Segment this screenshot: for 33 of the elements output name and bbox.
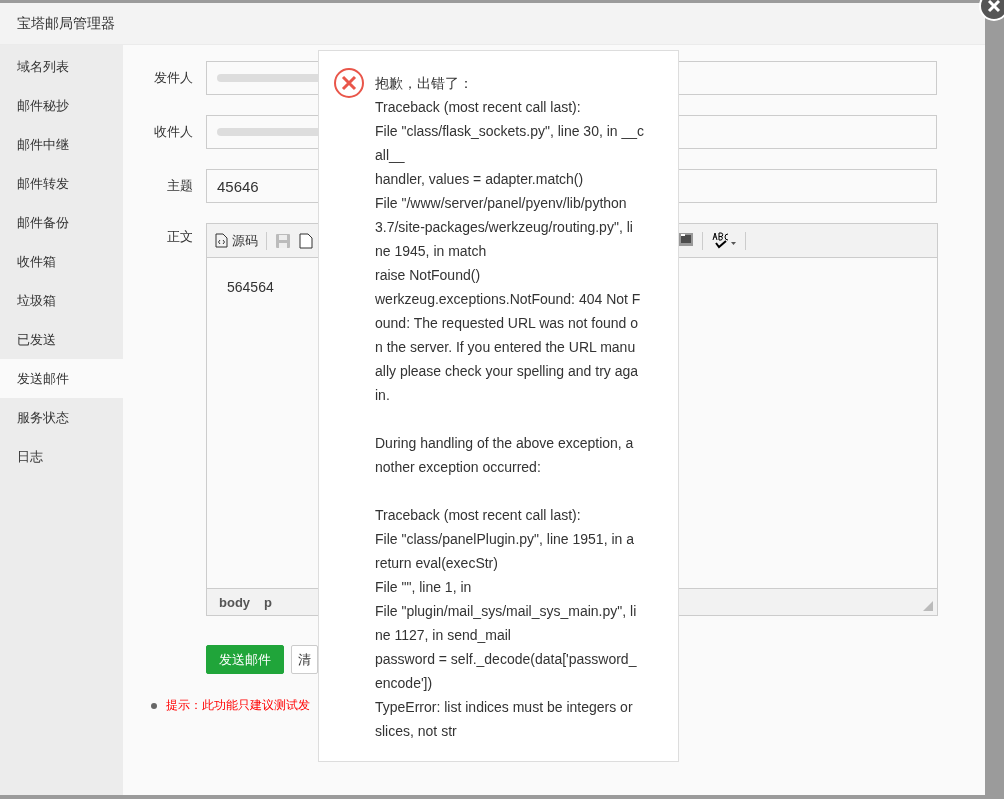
window-title: 宝塔邮局管理器: [17, 14, 115, 33]
error-message-line: ne 1127, in send_mail: [375, 626, 512, 645]
error-message-line: ound: The requested URL was not found o: [375, 314, 640, 333]
error-message-line: ne 1945, in match: [375, 242, 488, 261]
error-message-line: File "/www/server/panel/pyenv/lib/python: [375, 194, 628, 213]
error-message-line: File "", line 1, in: [375, 578, 473, 597]
error-message-line: ally please check your spelling and try aga: [375, 362, 640, 381]
field-label: 正文: [166, 228, 193, 246]
error-message-line: n the server. If you entered the URL manu: [375, 338, 637, 357]
error-message-line: werkzeug.exceptions.NotFound: 404 Not F: [375, 290, 642, 309]
error-message-line: File "plugin/mail_sys/mail_sys_main.py", li: [375, 602, 638, 621]
error-message-line: nother exception occurred:: [375, 458, 542, 477]
error-message-line: encode']): [375, 674, 434, 693]
error-message-line: handler, values = adapter.match(): [375, 170, 585, 189]
error-message-line: return eval(execStr): [375, 554, 499, 573]
error-message-line: TypeError: list indices must be integers or: [375, 698, 634, 717]
error-message-line: slices, not str: [375, 722, 458, 741]
error-message-line: File "class/panelPlugin.py", line 1951, in a: [375, 530, 635, 549]
error-message-line: File "class/flask_sockets.py", line 30, in __c: [375, 122, 645, 141]
error-message-line: 3.7/site-packages/werkzeug/routing.py", li: [375, 218, 634, 237]
error-message-line: 抱歉，出错了：: [375, 74, 474, 93]
field-label: 发件人: [153, 69, 193, 87]
error-message-line: all__: [375, 146, 406, 165]
error-message-line: Traceback (most recent call last):: [375, 506, 582, 525]
error-message-line: During handling of the above exception, a: [375, 434, 635, 453]
error-message-line: password = self._decode(data['password_: [375, 650, 638, 669]
error-message-line: Traceback (most recent call last):: [375, 98, 582, 117]
error-message-line: raise NotFound(): [375, 266, 482, 285]
hint-text: 提示：此功能只建议测试发: [166, 697, 310, 714]
error-message-line: in.: [375, 386, 391, 405]
field-label: 主题: [166, 177, 193, 195]
editor-text: 564564: [227, 279, 274, 295]
field-label: 收件人: [153, 123, 193, 141]
